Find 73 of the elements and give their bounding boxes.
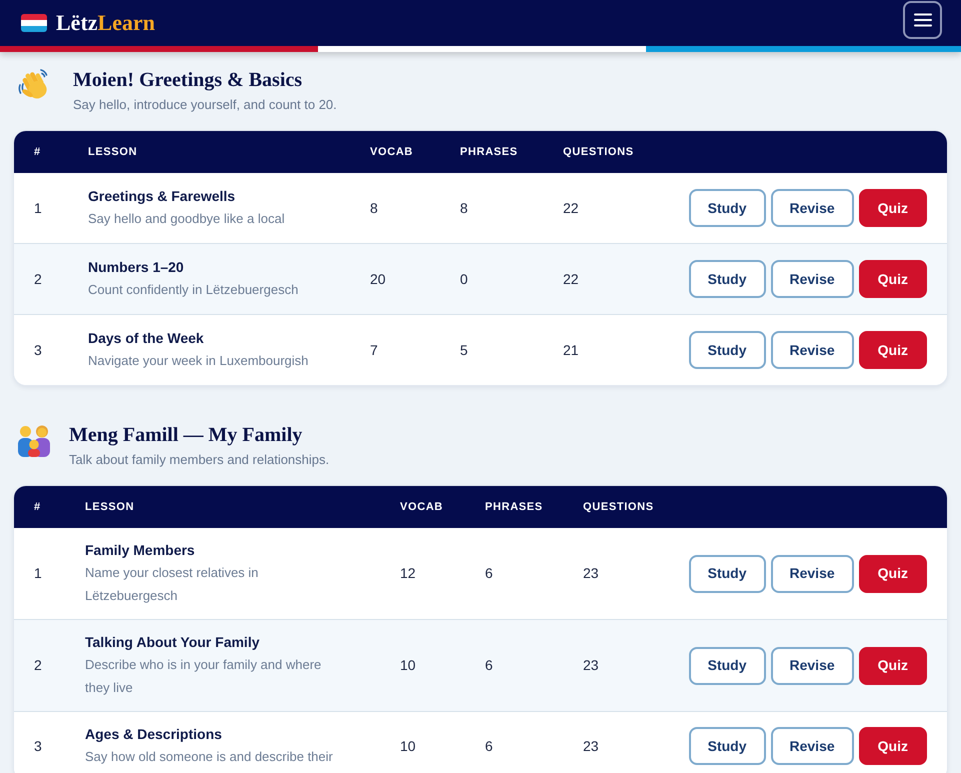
lesson-title: Talking About Your Family [85,633,260,652]
vocab-count: 7 [370,340,379,360]
lesson-title: Days of the Week [88,329,205,348]
revise-button[interactable]: Revise [770,189,854,227]
questions-count: 22 [563,270,580,288]
study-button[interactable]: Study [688,331,766,369]
lesson-title: Greetings & Farewells [88,187,236,206]
column-header: VOCAB [370,144,414,160]
column-header: # [34,500,42,515]
column-header: PHRASES [485,500,544,515]
revise-button[interactable]: Revise [770,331,854,369]
vocab-count: 12 [400,564,417,583]
vocab-count: 10 [400,736,417,756]
questions-count: 23 [583,564,600,583]
row-number: 1 [34,198,43,218]
lesson-description: Navigate your week in Luxembourgish [88,352,310,370]
lesson-description: Say how old someone is and describe their [85,748,334,766]
vocab-count: 8 [370,198,379,218]
row-number: 3 [34,736,43,756]
section-subtitle: Talk about family members and relationships. [69,451,330,469]
phrases-count: 5 [460,340,469,360]
questions-count: 21 [563,340,580,360]
quiz-button[interactable]: Quiz [858,646,927,684]
row-number: 3 [34,340,43,360]
phrases-count: 6 [485,656,494,675]
vocab-count: 20 [370,270,387,288]
column-header: LESSON [88,144,138,160]
study-button[interactable]: Study [688,646,766,684]
study-button[interactable]: Study [688,260,766,298]
column-header: QUESTIONS [583,500,655,515]
column-header: LESSON [85,500,136,515]
revise-button[interactable]: Revise [770,260,854,298]
brand-logo[interactable]: LëtzLearn [56,10,155,36]
column-header: QUESTIONS [563,144,635,160]
row-number: 2 [34,270,43,288]
vocab-count: 10 [400,656,417,675]
quiz-button[interactable]: Quiz [858,189,927,227]
menu-button[interactable] [903,1,942,39]
quiz-button[interactable]: Quiz [858,260,927,298]
questions-count: 22 [563,198,580,218]
revise-button[interactable]: Revise [770,646,854,684]
phrases-count: 6 [485,736,494,756]
study-button[interactable]: Study [688,727,766,765]
family-icon [17,423,51,457]
study-button[interactable]: Study [688,189,766,227]
row-number: 1 [34,564,43,583]
lesson-title: Family Members [85,541,196,560]
questions-count: 23 [583,656,600,675]
section-title: Meng Famill — My Family [69,423,304,447]
quiz-button[interactable]: Quiz [858,331,927,369]
lesson-description: Name your closest relatives in Lëtzebuergesch [85,564,260,605]
revise-button[interactable]: Revise [770,554,854,592]
revise-button[interactable]: Revise [770,727,854,765]
lesson-title: Ages & Descriptions [85,725,223,744]
section-subtitle: Say hello, introduce yourself, and count to 20. [73,96,337,114]
menu-icon [914,13,932,27]
lesson-description: Say hello and goodbye like a local [88,210,286,228]
study-button[interactable]: Study [688,554,766,592]
quiz-button[interactable]: Quiz [858,554,927,592]
phrases-count: 6 [485,564,494,583]
phrases-count: 8 [460,198,469,218]
lesson-description: Describe who is in your family and where they live [85,656,322,697]
phrases-count: 0 [460,270,469,288]
row-number: 2 [34,656,43,675]
questions-count: 23 [583,736,600,756]
flag-icon [21,14,47,32]
lesson-description: Count confidently in Lëtzebuergesch [88,281,300,299]
section-title: Moien! Greetings & Basics [73,68,304,92]
column-header: # [34,144,42,160]
column-header: VOCAB [400,500,444,515]
lesson-title: Numbers 1–20 [88,258,185,277]
quiz-button[interactable]: Quiz [858,727,927,765]
column-header: PHRASES [460,144,519,160]
